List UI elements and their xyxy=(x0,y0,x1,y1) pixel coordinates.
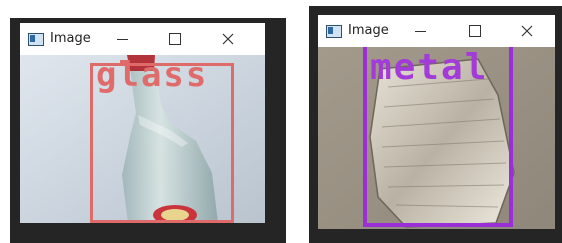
close-icon[interactable] xyxy=(218,29,238,49)
minimize-icon[interactable] xyxy=(411,21,431,41)
image-window-glass: Image glass xyxy=(20,23,265,223)
window-titlebar[interactable]: Image xyxy=(20,23,265,55)
app-icon xyxy=(326,25,342,38)
image-viewport-metal: metal xyxy=(318,47,555,229)
image-window-metal: Image metal xyxy=(318,15,555,229)
image-viewport-glass: glass xyxy=(20,55,265,223)
close-icon[interactable] xyxy=(517,21,537,41)
minimize-icon[interactable] xyxy=(113,29,133,49)
maximize-icon[interactable] xyxy=(165,29,185,49)
glass-label: glass xyxy=(96,55,209,95)
window-title: Image xyxy=(50,31,91,46)
window-title: Image xyxy=(348,23,389,38)
metal-label: metal xyxy=(370,47,489,88)
window-titlebar[interactable]: Image xyxy=(318,15,555,47)
app-icon xyxy=(28,33,44,46)
maximize-icon[interactable] xyxy=(465,21,485,41)
